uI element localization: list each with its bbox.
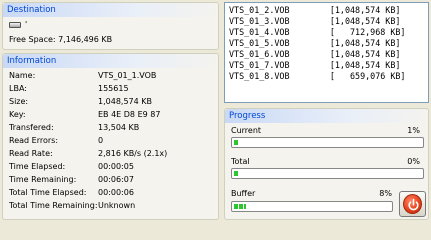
- info-label: Time Elapsed:: [9, 162, 66, 171]
- file-list-item[interactable]: VTS_01_5.VOB [1,048,574 KB]: [229, 38, 400, 49]
- info-value: 2,816 KB/s (2.1x): [98, 149, 168, 158]
- total-progress-bar: [231, 168, 424, 179]
- info-label: Transfered:: [9, 123, 54, 132]
- progress-title: Progress: [225, 109, 428, 123]
- total-label: Total: [231, 157, 250, 166]
- file-list-item[interactable]: VTS_01_6.VOB [1,048,574 KB]: [229, 49, 400, 60]
- file-list[interactable]: VTS_01_2.VOB [1,048,574 KB] VTS_01_3.VOB…: [224, 2, 429, 103]
- file-list-item[interactable]: VTS_01_2.VOB [1,048,574 KB]: [229, 5, 400, 16]
- info-value: Unknown: [98, 201, 136, 210]
- buffer-progress-bar: [231, 201, 393, 212]
- drive-label: ': [25, 20, 28, 29]
- power-stop-icon: [403, 194, 422, 214]
- current-progress-fill: [234, 140, 238, 145]
- buffer-percent: 8%: [379, 189, 392, 198]
- info-label: Key:: [9, 110, 26, 119]
- stop-button[interactable]: [399, 191, 426, 217]
- power-symbol: [408, 198, 419, 211]
- progress-panel: Progress Current 1% Total 0% Buffer 8%: [224, 108, 429, 220]
- destination-title: Destination: [3, 3, 218, 17]
- file-list-item[interactable]: VTS_01_4.VOB [ 712,968 KB]: [229, 27, 405, 38]
- info-label: Read Errors:: [9, 136, 59, 145]
- information-panel: Information Name: VTS_01_1.VOB LBA: 1556…: [2, 53, 219, 220]
- info-value: EB 4E D8 E9 87: [98, 110, 161, 119]
- info-value: 155615: [98, 84, 129, 93]
- free-space-value: 7,146,496 KB: [58, 35, 113, 44]
- info-label: Name:: [9, 71, 36, 80]
- info-label: Time Remaining:: [9, 175, 77, 184]
- info-value: 1,048,574 KB: [98, 97, 152, 106]
- drive-icon: [9, 22, 21, 28]
- info-value: 00:00:05: [98, 162, 134, 171]
- total-percent: 0%: [407, 157, 420, 166]
- buffer-progress-fill: [234, 204, 246, 209]
- file-list-item[interactable]: VTS_01_3.VOB [1,048,574 KB]: [229, 16, 400, 27]
- information-title: Information: [3, 54, 218, 68]
- current-percent: 1%: [407, 126, 420, 135]
- file-list-item[interactable]: VTS_01_7.VOB [1,048,574 KB]: [229, 60, 400, 71]
- total-progress-fill: [234, 171, 238, 176]
- info-label: Total Time Elapsed:: [9, 188, 87, 197]
- destination-panel: Destination ' Free Space: 7,146,496 KB: [2, 2, 219, 50]
- current-label: Current: [231, 126, 262, 135]
- info-value: 0: [98, 136, 104, 145]
- current-progress-bar: [231, 137, 424, 148]
- info-value: VTS_01_1.VOB: [98, 71, 157, 80]
- info-label: LBA:: [9, 84, 27, 93]
- free-space-label: Free Space:: [9, 35, 56, 44]
- info-value: 00:00:06: [98, 188, 134, 197]
- info-label: Size:: [9, 97, 29, 106]
- info-value: 00:06:07: [98, 175, 134, 184]
- info-label: Read Rate:: [9, 149, 53, 158]
- free-space: Free Space: 7,146,496 KB: [9, 35, 112, 44]
- info-label: Total Time Remaining:: [9, 201, 98, 210]
- info-value: 13,504 KB: [98, 123, 140, 132]
- file-list-item[interactable]: VTS_01_8.VOB [ 659,076 KB]: [229, 71, 405, 82]
- buffer-label: Buffer: [231, 189, 256, 198]
